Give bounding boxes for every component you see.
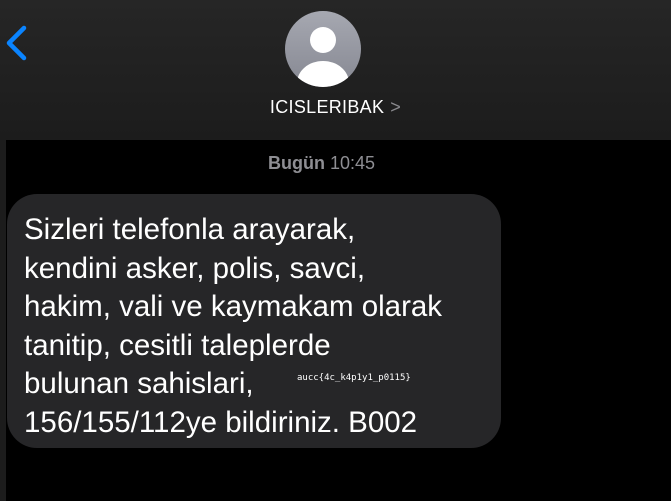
contact-name: ICISLERIBAK (269, 97, 385, 117)
message-screen: ICISLERIBAK > Bugün 10:45 Sizleri telefon… (0, 0, 671, 501)
contact-name-button[interactable]: ICISLERIBAK > (0, 97, 671, 118)
left-edge-strip (0, 140, 6, 501)
message-line: hakim, vali ve kaymakam olarak (24, 290, 443, 323)
message-line: kendini asker, polis, savci, (24, 251, 366, 285)
message-line: Sizleri telefonla arayarak, (24, 213, 356, 246)
message-timestamp: Bugün 10:45 (0, 153, 643, 174)
back-button[interactable] (2, 22, 32, 66)
conversation-header: ICISLERIBAK > (0, 0, 671, 140)
chevron-right-icon: > (390, 97, 402, 117)
person-silhouette-icon (297, 27, 349, 87)
timestamp-day: Bugün (267, 153, 325, 173)
message-bubble[interactable]: Sizleri telefonla arayarak, kendini aske… (7, 194, 501, 448)
message-line: tanitip, cesitli taleplerde (24, 328, 331, 362)
message-line: bulunan sahislari, (24, 367, 254, 400)
chevron-left-icon (6, 25, 27, 61)
contact-avatar[interactable] (285, 11, 361, 87)
overlay-flag-text: aucc{4c_k4p1y1_p0115} (297, 373, 411, 383)
message-line: 156/155/112ye bildiriniz. B002 (24, 405, 418, 439)
timestamp-time: 10:45 (329, 153, 376, 173)
